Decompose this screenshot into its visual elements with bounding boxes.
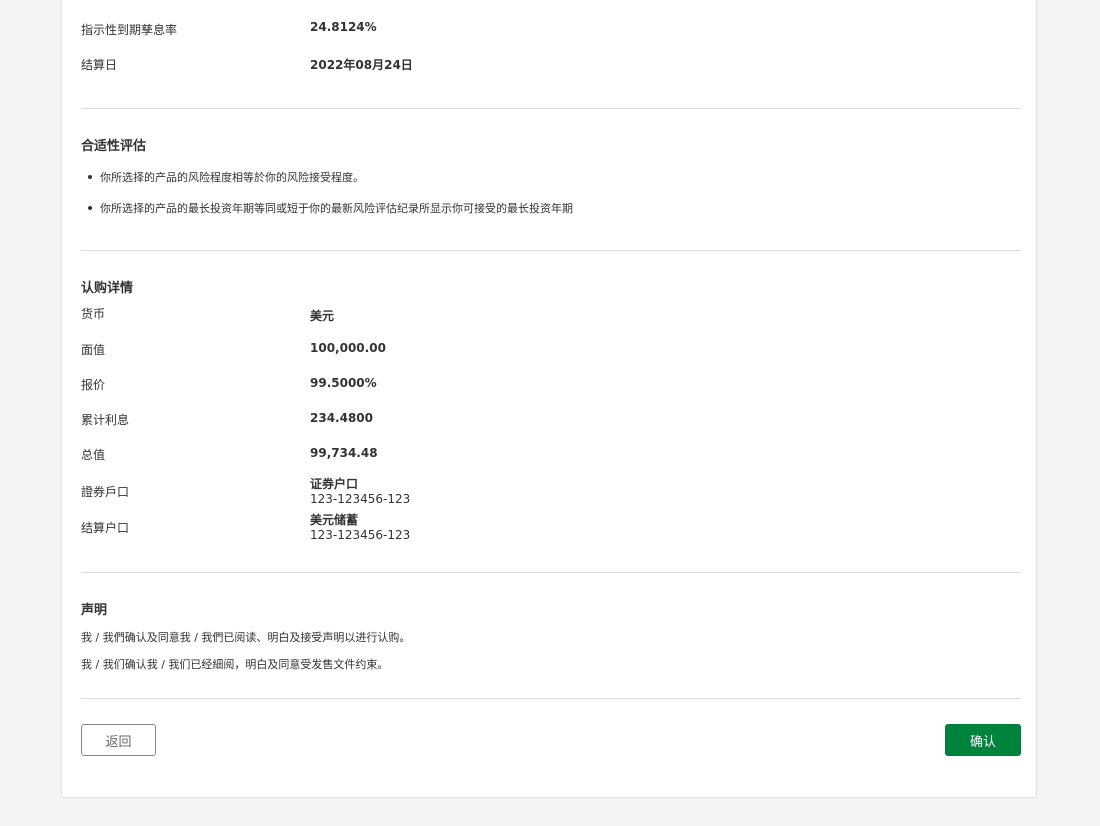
declaration-line: 我 / 我們确认及同意我 / 我們已阅读、明白及接受声明以进行认购。: [81, 631, 411, 644]
confirm-button[interactable]: 确认: [945, 724, 1021, 756]
accrued-interest-label: 累计利息: [81, 413, 130, 427]
total-value-value: 99,734.48: [310, 446, 378, 460]
total-value-label: 总值: [81, 448, 106, 462]
currency-label: 货币: [81, 307, 106, 321]
currency-value: 美元: [310, 309, 335, 323]
settlement-account-name: 美元储蓄: [310, 513, 359, 527]
face-value-label: 面值: [81, 343, 106, 357]
settlement-account-number: 123-123456-123: [310, 528, 411, 542]
divider: [81, 698, 1021, 699]
suitability-title: 合适性评估: [81, 139, 147, 154]
order-confirmation-card: 指示性到期孳息率 24.8124% 结算日 2022年08月24日 合适性评估 …: [61, 0, 1037, 798]
declaration-title: 声明: [81, 603, 108, 618]
suitability-item: 你所选择的产品的风险程度相等於你的风险接受程度。: [88, 171, 364, 184]
settlement-account-label: 结算户口: [81, 521, 130, 535]
settlement-date-value: 2022年08月24日: [310, 58, 413, 72]
subscription-title: 认购详情: [81, 281, 134, 296]
back-button[interactable]: 返回: [81, 724, 156, 756]
settlement-date-label: 结算日: [81, 58, 118, 72]
face-value-value: 100,000.00: [310, 341, 386, 355]
accrued-interest-value: 234.4800: [310, 411, 374, 425]
declaration-line: 我 / 我们确认我 / 我们已经細阅，明白及同意受发售文件约束。: [81, 658, 389, 671]
securities-account-label: 證券戶口: [81, 485, 130, 499]
securities-account-name: 证券户口: [310, 477, 359, 491]
price-label: 报价: [81, 378, 106, 392]
ytm-value: 24.8124%: [310, 20, 377, 34]
price-value: 99.5000%: [310, 376, 377, 390]
divider: [81, 572, 1021, 573]
securities-account-number: 123-123456-123: [310, 492, 411, 506]
divider: [81, 250, 1021, 251]
divider: [81, 108, 1021, 109]
suitability-item: 你所选择的产品的最长投资年期等同或短于你的最新风险评估纪录所显示你可接受的最长投…: [88, 202, 573, 215]
ytm-label: 指示性到期孳息率: [81, 23, 178, 37]
